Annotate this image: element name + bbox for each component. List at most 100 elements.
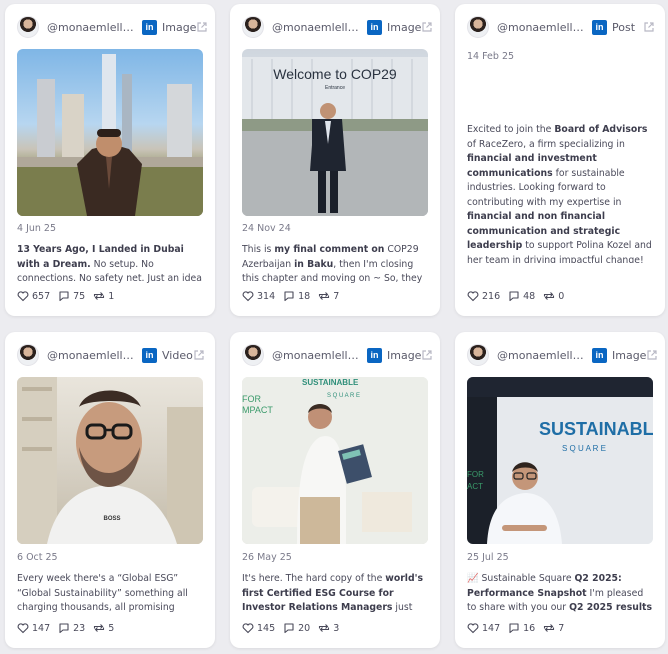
engagement-stats: 145 20 3 bbox=[242, 622, 347, 634]
post-card[interactable]: @monaemlella... in Image SUSTAINABLE S Q… bbox=[230, 332, 440, 648]
likes-stat: 216 bbox=[467, 290, 500, 302]
reposts-stat: 7 bbox=[543, 622, 564, 634]
post-text: Every week there's a “Global ESG” “Globa… bbox=[17, 572, 205, 616]
linkedin-logo-icon: in bbox=[142, 19, 157, 35]
engagement-stats: 147 23 5 bbox=[17, 622, 122, 634]
comments-count: 48 bbox=[523, 290, 536, 302]
comment-icon bbox=[509, 623, 519, 634]
comments-stat: 16 bbox=[508, 622, 535, 634]
avatar[interactable] bbox=[467, 344, 489, 366]
likes-stat: 657 bbox=[17, 290, 50, 302]
post-text-run: of RaceZero, a firm specializing in bbox=[467, 138, 625, 150]
reposts-stat: 5 bbox=[93, 622, 114, 634]
external-link-icon[interactable] bbox=[193, 349, 205, 361]
heart-icon bbox=[467, 623, 479, 634]
card-header: @monaemlella... in Image bbox=[467, 344, 658, 366]
post-text: 📈 Sustainable Square Q2 2025: Performanc… bbox=[467, 572, 655, 616]
post-type-label: Image bbox=[612, 348, 647, 362]
post-card[interactable]: @monaemlellah... in Post 14 Feb 25 Excit… bbox=[455, 4, 665, 316]
post-date: 6 Oct 25 bbox=[17, 552, 58, 563]
comments-count: 18 bbox=[298, 290, 311, 302]
username[interactable]: @monaemlella... bbox=[47, 21, 139, 34]
reposts-count: 5 bbox=[108, 622, 115, 634]
reposts-count: 3 bbox=[333, 622, 340, 634]
image-wall-text-2: S Q U A R E bbox=[562, 444, 606, 453]
post-text-run: 📈 Sustainable Square bbox=[467, 573, 575, 584]
linkedin-logo-icon: in bbox=[367, 19, 382, 35]
post-text-bold: in Baku bbox=[294, 258, 334, 270]
engagement-stats: 657 75 1 bbox=[17, 290, 122, 302]
repost-icon bbox=[94, 292, 105, 300]
likes-stat: 314 bbox=[242, 290, 275, 302]
heart-icon bbox=[467, 291, 479, 302]
linkedin-logo-icon: in bbox=[367, 347, 382, 363]
reposts-count: 0 bbox=[558, 290, 565, 302]
reposts-stat: 7 bbox=[318, 290, 339, 302]
linkedin-logo-icon: in bbox=[592, 347, 607, 363]
username[interactable]: @monaemlella... bbox=[272, 349, 364, 362]
image-wall-text-4: MPACT bbox=[242, 405, 273, 415]
card-header: @monaemlella... in Image bbox=[242, 16, 433, 38]
post-card[interactable]: @monaemlella... in Image SUSTAINABLE S Q… bbox=[455, 332, 665, 648]
image-wall-text-1: SUSTAINABLE bbox=[302, 378, 359, 387]
username[interactable]: @monaemlella... bbox=[272, 21, 364, 34]
image-wall-text-2: S Q U A R E bbox=[327, 393, 360, 399]
post-type-label: Video bbox=[162, 348, 193, 362]
image-sign-sub: Entrance bbox=[325, 85, 345, 91]
likes-count: 145 bbox=[257, 622, 276, 634]
image-wall-text-3: FOR bbox=[242, 394, 261, 404]
post-text-run: This is bbox=[242, 244, 275, 255]
likes-count: 216 bbox=[482, 290, 501, 302]
likes-stat: 147 bbox=[17, 622, 50, 634]
linkedin-logo-icon: in bbox=[142, 347, 157, 363]
likes-count: 314 bbox=[257, 290, 276, 302]
post-card[interactable]: @monaemlella... in Image 4 Jun 25 13 Yea… bbox=[5, 4, 215, 316]
post-image[interactable]: SUSTAINABLE S Q U A R E FOR ACT bbox=[467, 377, 653, 544]
engagement-stats: 147 16 7 bbox=[467, 622, 572, 634]
heart-icon bbox=[17, 623, 29, 634]
reposts-count: 7 bbox=[558, 622, 565, 634]
external-link-icon[interactable] bbox=[421, 21, 433, 33]
comments-stat: 20 bbox=[283, 622, 310, 634]
post-text-run: Every week there's a “Global ESG” “Globa… bbox=[17, 573, 188, 613]
username[interactable]: @monaemlella... bbox=[497, 349, 589, 362]
repost-icon bbox=[94, 624, 105, 632]
external-link-icon[interactable] bbox=[646, 349, 658, 361]
avatar[interactable] bbox=[242, 344, 264, 366]
comment-icon bbox=[284, 623, 294, 634]
engagement-stats: 216 48 0 bbox=[467, 290, 572, 302]
heart-icon bbox=[242, 623, 254, 634]
repost-icon bbox=[319, 624, 330, 632]
post-card[interactable]: @monaemlella... in Image Welcome to COP2… bbox=[230, 4, 440, 316]
comment-icon bbox=[59, 623, 69, 634]
post-image[interactable] bbox=[17, 49, 203, 216]
avatar[interactable] bbox=[17, 344, 39, 366]
external-link-icon[interactable] bbox=[421, 349, 433, 361]
card-header: @monaemlella... in Image bbox=[242, 344, 433, 366]
avatar[interactable] bbox=[242, 16, 264, 38]
likes-stat: 145 bbox=[242, 622, 275, 634]
post-image[interactable]: Welcome to COP29 Entrance bbox=[242, 49, 428, 216]
post-video[interactable]: BOSS bbox=[17, 377, 203, 544]
post-text-run: It's here. The hard copy of the bbox=[242, 573, 386, 584]
post-text: This is my final comment on COP29 Azerba… bbox=[242, 243, 430, 287]
reposts-count: 7 bbox=[333, 290, 340, 302]
post-date: 25 Jul 25 bbox=[467, 552, 509, 563]
username[interactable]: @monaemlella... bbox=[47, 349, 139, 362]
comment-icon bbox=[59, 291, 69, 302]
comments-count: 16 bbox=[523, 622, 536, 634]
post-date: 24 Nov 24 bbox=[242, 223, 291, 234]
post-date: 26 May 25 bbox=[242, 552, 292, 563]
post-image[interactable]: SUSTAINABLE S Q U A R E FOR MPACT bbox=[242, 377, 428, 544]
post-text: Excited to join the Board of Advisors of… bbox=[467, 123, 655, 263]
post-type-label: Image bbox=[387, 20, 422, 34]
image-wall-text-4: ACT bbox=[467, 482, 483, 491]
username[interactable]: @monaemlellah... bbox=[497, 21, 589, 34]
card-header: @monaemlellah... in Post bbox=[467, 16, 655, 38]
avatar[interactable] bbox=[17, 16, 39, 38]
external-link-icon[interactable] bbox=[196, 21, 208, 33]
image-wall-text-1: SUSTAINABLE bbox=[539, 419, 653, 439]
external-link-icon[interactable] bbox=[643, 21, 655, 33]
post-card[interactable]: @monaemlella... in Video BOSS 6 Oct 25 E… bbox=[5, 332, 215, 648]
avatar[interactable] bbox=[467, 16, 489, 38]
